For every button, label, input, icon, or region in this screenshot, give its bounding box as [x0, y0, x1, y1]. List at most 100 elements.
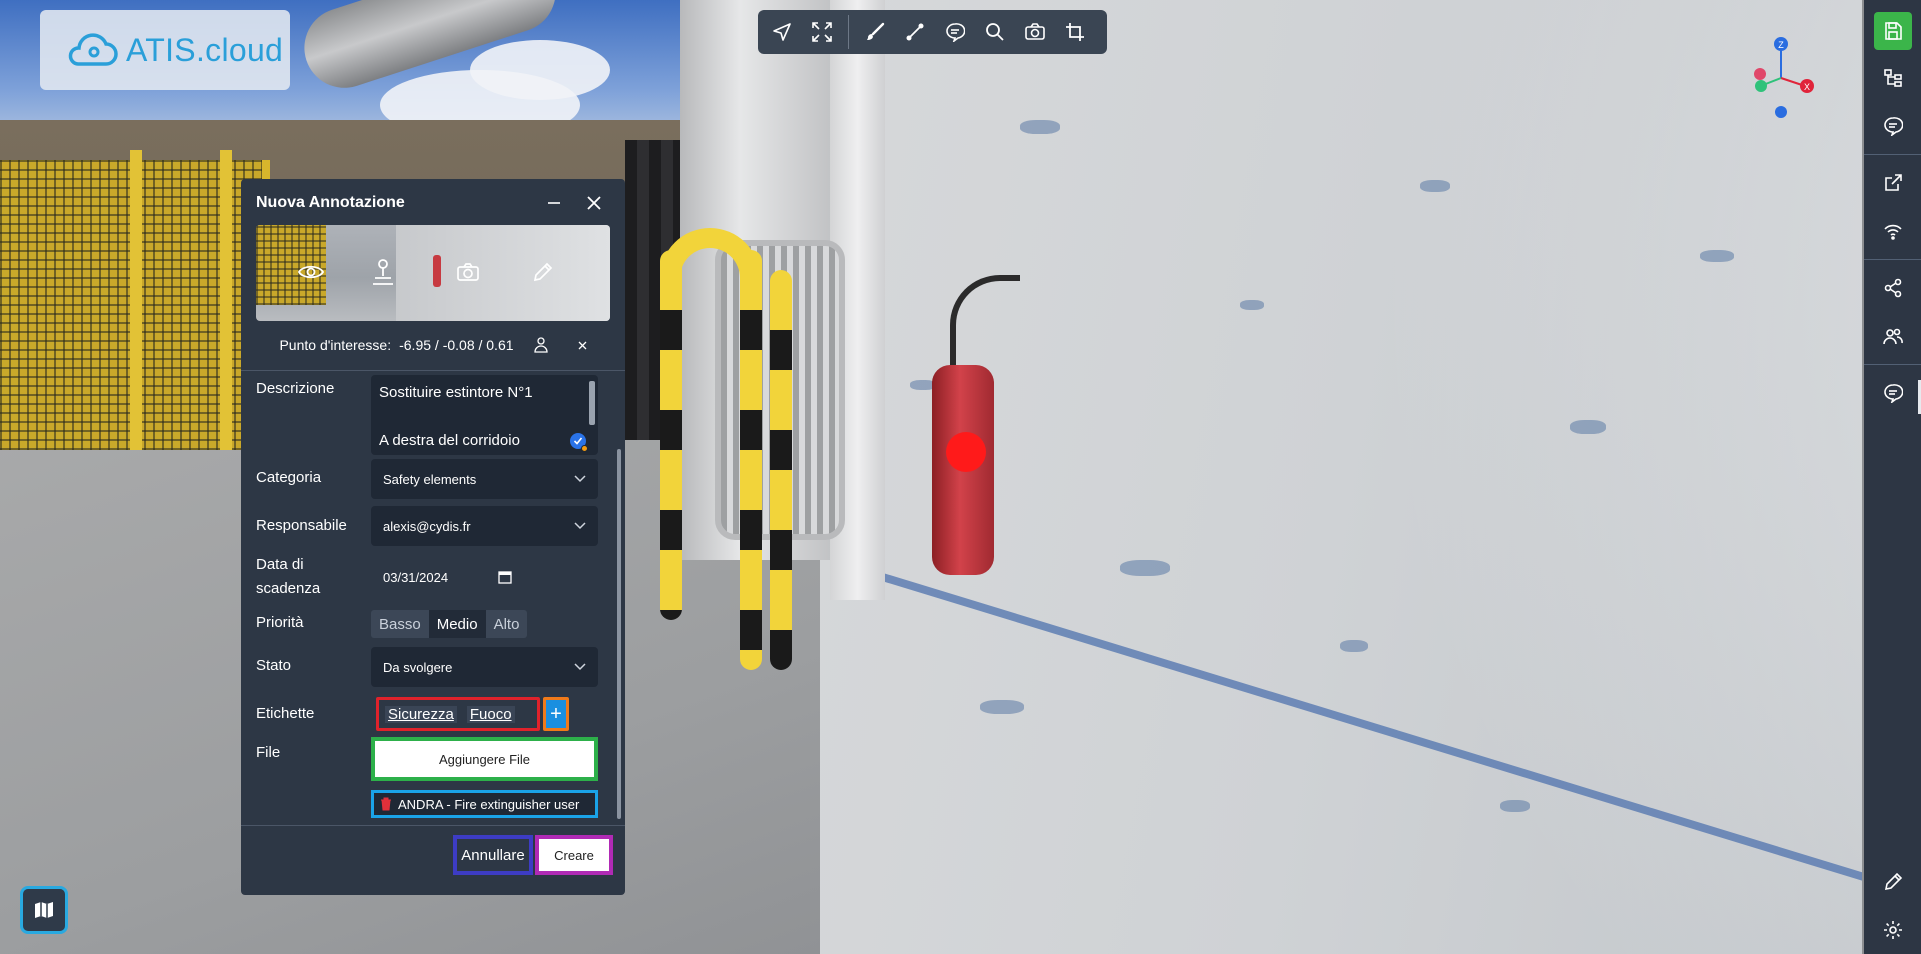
status-label: Stato [256, 657, 292, 674]
set-position-button[interactable] [368, 257, 398, 287]
description-scrollbar[interactable] [589, 381, 595, 425]
users-icon [1882, 328, 1903, 345]
priority-segmented-control: Basso Medio Alto [371, 610, 528, 638]
pencil-icon [533, 262, 553, 282]
category-select[interactable]: Safety elements [371, 459, 598, 499]
priority-label: Priorità [256, 614, 304, 631]
wifi-icon [1883, 224, 1902, 240]
priority-option-alto[interactable]: Alto [486, 610, 528, 638]
file-label: File [256, 744, 281, 761]
annotation-thumbnail [256, 225, 610, 321]
tag-sicurezza[interactable]: Sicurezza [385, 705, 457, 723]
save-button[interactable] [1873, 12, 1912, 50]
calendar-icon[interactable] [498, 570, 512, 584]
camera-icon [457, 263, 479, 281]
layers-tree-button[interactable] [1864, 54, 1921, 102]
add-file-button[interactable]: Aggiungere File [371, 737, 598, 781]
clear-poi-icon[interactable] [578, 341, 587, 350]
attached-file-name: ANDRA - Fire extinguisher user [398, 796, 580, 812]
edit-thumbnail-button[interactable] [528, 257, 558, 287]
panel-header: Nuova Annotazione [241, 179, 625, 227]
minimize-icon [548, 202, 560, 204]
cancel-button[interactable]: Annullare [453, 835, 533, 875]
category-value: Safety elements [383, 471, 477, 487]
logo-text: ATIS.cloud [126, 31, 284, 68]
tags-container: Sicurezza Fuoco [376, 697, 540, 731]
minimize-button[interactable] [541, 190, 567, 216]
chevron-down-icon [574, 663, 586, 671]
poi-label: Punto d'interesse: [279, 337, 392, 353]
streaming-button[interactable] [1864, 207, 1921, 255]
description-label: Descrizione [256, 380, 335, 397]
tree-icon [1883, 69, 1902, 87]
priority-option-medio[interactable]: Medio [428, 610, 486, 638]
view-button[interactable] [296, 257, 326, 287]
chevron-down-icon [574, 475, 586, 483]
category-label: Categoria [256, 469, 322, 486]
description-line-1: Sostituire estintore N°1 [379, 384, 533, 401]
add-tag-button[interactable]: + [543, 697, 569, 731]
comments-button[interactable] [1864, 102, 1921, 150]
description-textarea[interactable]: Sostituire estintore N°1 A destra del co… [371, 375, 598, 455]
status-select[interactable]: Da svolgere [371, 647, 598, 687]
form-scrollbar[interactable] [617, 449, 621, 819]
due-date-input[interactable]: 03/31/2024 [371, 557, 598, 597]
toolbar-divider [848, 15, 849, 49]
sidebar-divider [1864, 154, 1921, 155]
point-of-interest-marker[interactable] [946, 432, 986, 472]
close-icon [587, 196, 601, 210]
point-of-interest-row: Punto d'interesse: -6.95 / -0.08 / 0.61 [256, 331, 610, 359]
eye-icon [298, 265, 324, 279]
edit-button[interactable] [1864, 858, 1921, 906]
save-icon [1884, 22, 1902, 40]
person-pin-icon[interactable] [533, 337, 548, 353]
measure-icon[interactable] [901, 18, 929, 46]
camera-icon[interactable] [1021, 18, 1049, 46]
map-button[interactable] [20, 886, 68, 934]
external-link-button[interactable] [1864, 159, 1921, 207]
responsible-value: alexis@cydis.fr [383, 518, 471, 534]
cloud-icon [68, 33, 118, 66]
search-icon[interactable] [981, 18, 1009, 46]
tags-label: Etichette [256, 705, 315, 722]
chevron-down-icon [574, 522, 586, 530]
retake-photo-button[interactable] [453, 257, 483, 287]
check-icon [573, 437, 583, 445]
navigate-icon[interactable] [768, 18, 796, 46]
footer-divider [241, 825, 625, 826]
pencil-icon [1884, 872, 1902, 891]
gear-icon [1883, 921, 1902, 939]
due-date-label-line1: Data di [256, 556, 304, 573]
panel-title: Nuova Annotazione [256, 194, 405, 211]
attached-file-item: ANDRA - Fire extinguisher user [371, 790, 598, 818]
due-date-value: 03/31/2024 [383, 569, 449, 585]
close-button[interactable] [581, 190, 607, 216]
fullscreen-icon[interactable] [808, 18, 836, 46]
users-button[interactable] [1864, 312, 1921, 360]
annotations-icon [1883, 384, 1903, 403]
divider [241, 370, 625, 371]
description-line-2: A destra del corridoio [379, 431, 520, 449]
settings-button[interactable] [1864, 906, 1921, 954]
tag-fuoco[interactable]: Fuoco [466, 705, 515, 723]
share-icon [1884, 278, 1901, 298]
poi-coordinates: -6.95 / -0.08 / 0.61 [399, 337, 514, 353]
brush-icon[interactable] [861, 18, 889, 46]
share-button[interactable] [1864, 264, 1921, 312]
comment-icon[interactable] [941, 18, 969, 46]
trash-icon[interactable] [380, 797, 392, 811]
new-annotation-panel: Nuova Annotazione Punto d'interesse: -6.… [241, 179, 625, 895]
create-button[interactable]: Creare [535, 835, 613, 875]
due-date-label-line2: scadenza [256, 580, 321, 597]
responsible-label: Responsabile [256, 517, 347, 534]
bollard [660, 250, 682, 620]
crop-icon[interactable] [1061, 18, 1089, 46]
top-toolbar [758, 10, 1107, 54]
axis-gizmo[interactable]: Z X [1745, 30, 1815, 120]
status-value: Da svolgere [383, 659, 453, 675]
responsible-select[interactable]: alexis@cydis.fr [371, 506, 598, 546]
priority-option-basso[interactable]: Basso [371, 610, 429, 638]
person-pin-icon [373, 259, 393, 285]
gizmo-z-label: Z [1778, 40, 1784, 50]
annotations-button[interactable] [1864, 369, 1921, 417]
